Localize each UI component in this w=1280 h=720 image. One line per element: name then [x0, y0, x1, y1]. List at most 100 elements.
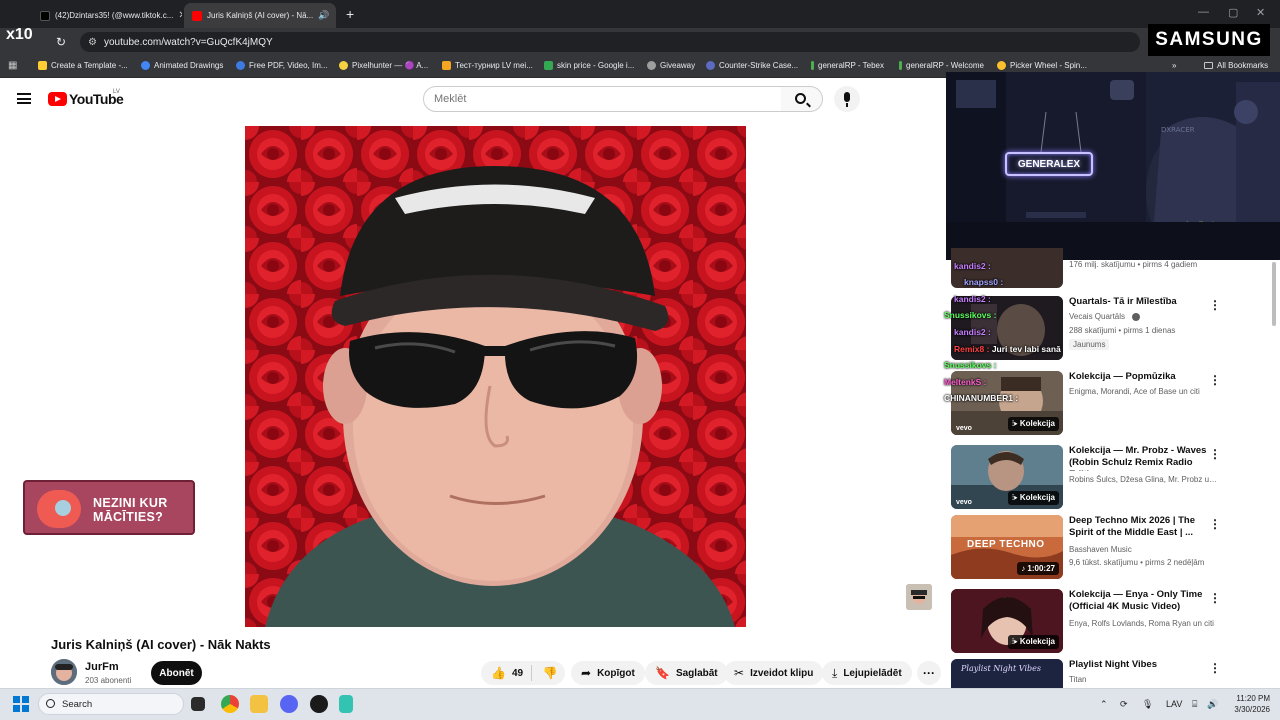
search-input[interactable] [434, 93, 764, 105]
bookmark-label: Picker Wheel - Spin... [1010, 61, 1087, 70]
language-indicator[interactable]: LAV [1166, 699, 1182, 709]
robot-mascot-icon [37, 490, 81, 528]
clip-button[interactable]: ✂ Izveidot klipu [724, 661, 824, 685]
recommendation-item[interactable]: Playlist Night Vibes Playlist Night Vibe… [951, 659, 1221, 689]
close-tab-icon[interactable]: ✕ [178, 10, 182, 21]
bookmark-item[interactable]: Free PDF, Video, Im... [236, 61, 328, 70]
save-button[interactable]: 🔖 Saglabāt [645, 661, 728, 685]
voice-search-button[interactable] [834, 86, 860, 112]
like-count: 49 [511, 667, 524, 679]
download-button[interactable]: ⤓ Lejupielādēt [822, 661, 912, 685]
notepad-icon[interactable] [339, 695, 353, 713]
obs-icon[interactable] [310, 695, 328, 713]
start-icon[interactable] [13, 696, 29, 712]
thumbnail-title: Playlist Night Vibes [960, 664, 1041, 673]
site-info-icon[interactable]: ⚙ [88, 37, 97, 48]
browser-tab-youtube[interactable]: Juris Kalniņš (AI cover) - Nā... 🔊 ✕ [184, 3, 336, 28]
bookmark-icon: 🔖 [655, 666, 670, 680]
video-frame [245, 126, 746, 627]
bookmark-item[interactable]: Counter-Strike Case... [706, 61, 798, 70]
more-options-icon[interactable]: ⋮ [1209, 447, 1221, 461]
mini-avatar[interactable] [906, 584, 932, 610]
bookmark-label: Тест-турнир LV mei... [455, 61, 533, 70]
chrome-icon[interactable] [221, 695, 239, 713]
scrollbar-thumb[interactable] [1272, 262, 1276, 326]
menu-icon[interactable] [17, 93, 31, 104]
chat-username: kandis2 : [954, 261, 991, 271]
badge-label: Kolekcija [1019, 493, 1055, 502]
rec-meta: 176 milj. skatījumu • pirms 4 gadiem [1069, 260, 1198, 269]
ad-banner[interactable]: NEZINI KUR MĀCĪTIES? [23, 480, 195, 535]
more-options-icon[interactable]: ⋮ [1209, 591, 1221, 605]
more-options-icon[interactable]: ⋮ [1209, 517, 1221, 531]
close-window-icon[interactable]: ✕ [1256, 6, 1265, 19]
search-box[interactable] [423, 86, 782, 112]
rec-channel: Basshaven Music [1069, 545, 1132, 554]
rec-title: Kolekcija — Enya - Only Time (Official 4… [1069, 589, 1203, 612]
avatar-image [51, 659, 77, 685]
minimize-icon[interactable]: — [1198, 6, 1209, 18]
playlist-icon: ⫶▸ [1012, 419, 1020, 428]
scissors-icon: ✂ [734, 666, 745, 680]
sync-icon[interactable]: ⟳ [1120, 699, 1128, 710]
tray-overflow-icon[interactable]: ⌃ [1100, 699, 1108, 710]
subscribe-button[interactable]: Abonēt [151, 661, 202, 685]
chat-message: Remix8 : Juri tev labi sanā [954, 344, 1061, 354]
system-clock[interactable]: 11:20 PM 3/30/2026 [1220, 693, 1270, 715]
volume-icon[interactable]: 🔊 [1207, 699, 1218, 710]
all-bookmarks-button[interactable]: All Bookmarks [1204, 61, 1268, 70]
tiktok-favicon-icon [40, 10, 50, 21]
network-icon[interactable]: ⌸ [1192, 699, 1197, 710]
search-button[interactable] [781, 86, 823, 112]
reload-icon[interactable]: ↻ [56, 35, 66, 49]
url-text[interactable]: youtube.com/watch?v=GuQcfK4jMQY [104, 37, 273, 48]
apps-grid-icon[interactable]: ▦ [8, 60, 17, 71]
bookmark-item[interactable]: Giveaway [647, 61, 695, 70]
recommendation-item[interactable]: ⫶▸ Kolekcija Kolekcija — Enya - Only Tim… [951, 589, 1221, 653]
discord-icon[interactable] [280, 695, 298, 713]
file-explorer-icon[interactable] [250, 695, 268, 713]
bookmark-item[interactable]: Picker Wheel - Spin... [997, 61, 1087, 70]
bookmark-label: Pixelhunter — 🟣 A... [352, 61, 429, 70]
more-actions-icon[interactable]: ··· [917, 661, 941, 685]
badge-label: 1:00:27 [1027, 564, 1055, 573]
youtube-logo-icon[interactable] [48, 92, 67, 106]
close-tab-icon[interactable]: ✕ [334, 10, 336, 21]
bookmark-item[interactable]: skin price - Google i... [544, 61, 634, 70]
channel-name[interactable]: JurFm [85, 661, 119, 673]
recommendation-item[interactable]: DEEP TECHNO ♪ 1:00:27 Deep Techno Mix 20… [951, 515, 1221, 579]
bookmark-item[interactable]: Тест-турнир LV mei... [442, 61, 533, 70]
badge-label: Kolekcija [1019, 419, 1055, 428]
browser-tab-tiktok[interactable]: (42)Dzintars35! (@www.tiktok.c... ✕ [32, 3, 182, 28]
task-view-icon[interactable] [191, 697, 205, 711]
bookmark-favicon-icon [811, 61, 814, 70]
maximize-icon[interactable]: ▢ [1228, 6, 1238, 19]
recommendation-item[interactable]: vevo ⫶▸ Kolekcija Kolekcija — Mr. Probz … [951, 445, 1221, 509]
microphone-icon[interactable]: 🎙 [1142, 699, 1153, 710]
bookmark-label: Animated Drawings [154, 61, 224, 70]
bookmark-label: generalRP - Welcome [906, 61, 984, 70]
bookmark-item[interactable]: generalRP - Welcome [899, 61, 984, 70]
dislike-button[interactable]: 👎 [536, 661, 564, 685]
more-options-icon[interactable]: ⋮ [1209, 373, 1221, 387]
all-bookmarks-label: All Bookmarks [1217, 61, 1269, 70]
thumbs-up-icon: 👍 [491, 666, 506, 680]
more-options-icon[interactable]: ⋮ [1209, 661, 1221, 675]
bookmark-item[interactable]: generalRP - Tebex [811, 61, 884, 70]
bookmark-item[interactable]: Create a Template -... [38, 61, 128, 70]
share-icon: ➦ [581, 666, 592, 680]
share-button[interactable]: ➦ Kopīgot [571, 661, 645, 685]
channel-avatar[interactable] [51, 659, 77, 685]
taskbar-search[interactable] [38, 693, 184, 715]
new-badge: Jaunums [1069, 339, 1110, 350]
like-button[interactable]: 👍 49 [481, 661, 531, 685]
more-options-icon[interactable]: ⋮ [1209, 298, 1221, 312]
bookmark-item[interactable]: Animated Drawings [141, 61, 223, 70]
like-dislike-group: 👍 49 👎 [481, 661, 565, 685]
speaker-icon[interactable]: 🔊 [318, 10, 329, 21]
video-player[interactable] [245, 126, 746, 627]
bookmark-item[interactable]: Pixelhunter — 🟣 A... [339, 61, 428, 70]
bookmarks-overflow-icon[interactable]: » [1172, 61, 1176, 70]
new-tab-button[interactable]: + [346, 6, 354, 22]
vevo-label: vevo [956, 425, 972, 432]
